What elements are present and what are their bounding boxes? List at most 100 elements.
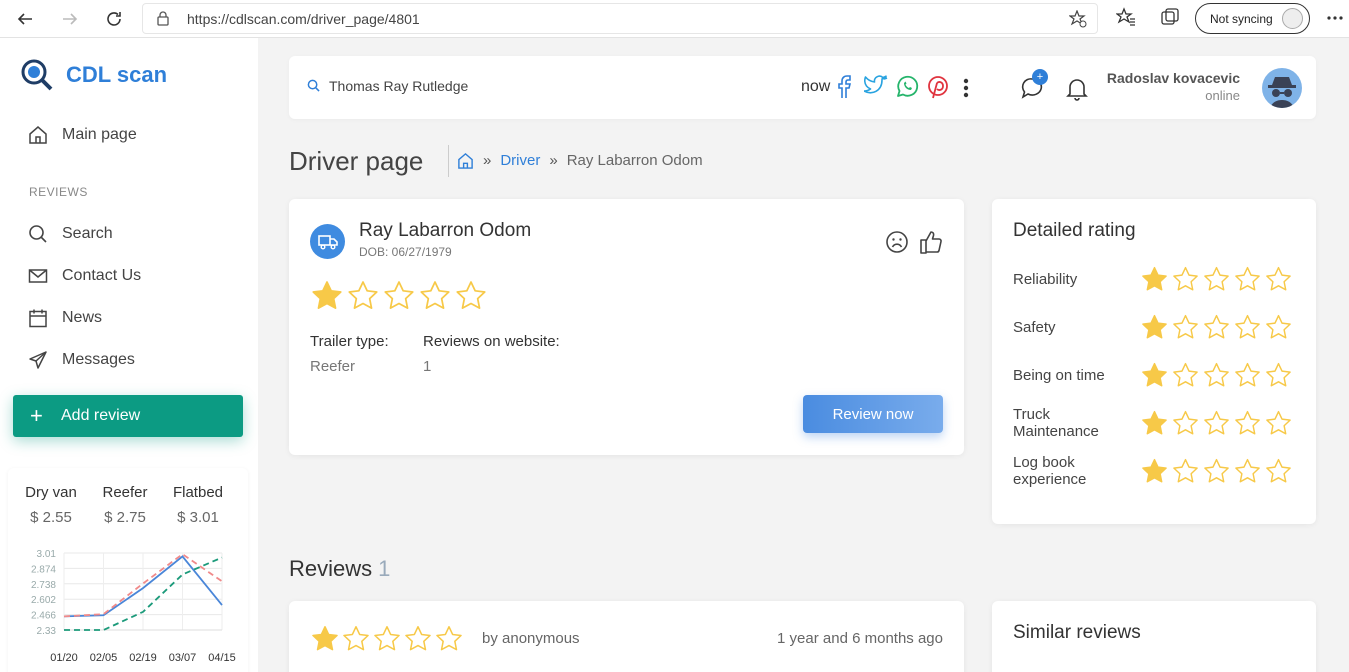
thumbs-up-icon[interactable] <box>919 229 943 255</box>
truck-icon <box>317 234 338 249</box>
rate-trend-chart: 3.01 2.874 2.738 2.602 2.466 2.33 01/20 02/05 02… <box>31 549 236 664</box>
section-label-reviews: REVIEWS <box>29 185 88 199</box>
star-filled-icon <box>312 281 342 309</box>
calendar-icon <box>29 309 47 328</box>
x-tick-label: 04/15 <box>208 652 236 664</box>
user-avatar[interactable] <box>1262 68 1302 108</box>
refresh-button[interactable] <box>100 5 128 33</box>
bell-icon[interactable] <box>1066 77 1088 101</box>
star-filled-icon <box>1142 314 1167 339</box>
sidebar-item-main-page[interactable]: Main page <box>28 125 137 145</box>
x-tick-label: 02/05 <box>90 652 118 664</box>
rate-name: Dry van <box>25 484 77 501</box>
favorites-icon[interactable] <box>1116 7 1136 27</box>
back-arrow-icon <box>17 13 32 25</box>
refresh-icon <box>107 12 121 26</box>
reviews-on-website-label: Reviews on website: <box>423 333 560 350</box>
forward-arrow-icon <box>63 13 78 25</box>
pinterest-icon[interactable] <box>926 75 950 99</box>
star-empty-icon <box>1173 458 1198 483</box>
add-review-label: Add review <box>61 407 141 424</box>
breadcrumb-driver-link[interactable]: Driver <box>500 152 540 169</box>
star-empty-icon <box>1173 266 1198 291</box>
facebook-icon[interactable] <box>836 75 852 99</box>
star-empty-icon <box>1235 458 1260 483</box>
sidebar-item-news[interactable]: News <box>28 308 102 328</box>
page-title: Driver page <box>289 146 424 176</box>
freight-rates-card: Dry van $ 2.55 Reefer $ 2.75 Flatbed $ 3… <box>8 468 248 672</box>
back-button[interactable] <box>11 5 39 33</box>
address-bar[interactable]: https://cdlscan.com/driver_page/4801 <box>142 3 1098 34</box>
lock-icon <box>157 11 169 26</box>
share-label: now <box>801 78 831 95</box>
star-filled-icon <box>312 625 338 651</box>
logo-icon <box>21 59 53 91</box>
home-icon <box>29 126 47 144</box>
search-input[interactable] <box>329 74 629 98</box>
similar-reviews-card: Similar reviews <box>992 601 1316 672</box>
star-empty-icon <box>1173 362 1198 387</box>
star-filled-icon <box>1142 362 1167 387</box>
rating-stars-truck-maintenance <box>1141 410 1296 437</box>
star-empty-icon <box>1173 314 1198 339</box>
add-review-button[interactable]: + Add review <box>13 395 243 437</box>
rate-name: Flatbed <box>172 484 224 501</box>
top-header: now + Radoslav kovacevic online <box>289 56 1316 119</box>
send-icon <box>29 351 47 369</box>
user-name[interactable]: Radoslav kovacevic <box>1107 70 1240 86</box>
star-empty-icon <box>1204 314 1229 339</box>
chevron-right-icon: » <box>483 152 492 169</box>
star-empty-icon <box>1266 458 1291 483</box>
breadcrumb: » Driver » Ray Labarron Odom <box>457 152 703 169</box>
sidebar-item-messages[interactable]: Messages <box>28 350 135 370</box>
rate-price: $ 2.55 <box>30 509 72 526</box>
reviews-on-website-value: 1 <box>423 358 432 375</box>
rating-stars-safety <box>1141 314 1296 341</box>
star-empty-icon <box>436 625 462 651</box>
star-empty-icon <box>374 625 400 651</box>
reviews-heading: Reviews 1 <box>289 556 390 582</box>
twitter-icon[interactable] <box>864 75 888 97</box>
collections-icon[interactable] <box>1160 7 1180 27</box>
logo[interactable]: CDL scan <box>20 58 167 92</box>
star-empty-icon <box>1204 458 1229 483</box>
mail-icon <box>28 269 48 283</box>
whatsapp-icon[interactable] <box>895 75 919 99</box>
star-empty-icon <box>1266 266 1291 291</box>
search-icon <box>307 79 320 92</box>
star-filled-icon <box>1142 458 1167 483</box>
incognito-avatar-icon <box>1268 77 1296 108</box>
sync-label: Not syncing <box>1210 11 1273 26</box>
star-empty-icon <box>420 281 450 309</box>
brand-name: CDL scan <box>66 62 168 87</box>
reviews-count: 1 <box>378 556 391 581</box>
rate-flatbed: Flatbed $ 3.01 <box>168 484 228 526</box>
plus-icon: + <box>30 403 43 428</box>
trailer-type-label: Trailer type: <box>310 333 389 350</box>
forward-button[interactable] <box>56 5 84 33</box>
more-options-icon[interactable] <box>963 78 969 98</box>
sad-face-icon[interactable] <box>885 230 909 254</box>
url-text: https://cdlscan.com/driver_page/4801 <box>187 11 420 27</box>
search-icon <box>29 225 47 243</box>
rating-label-truck-maintenance: Truck Maintenance <box>1013 406 1099 440</box>
rate-dry-van: Dry van $ 2.55 <box>23 484 79 526</box>
star-empty-icon <box>405 625 431 651</box>
reviews-title: Reviews <box>289 556 373 581</box>
more-menu-icon[interactable] <box>1327 16 1343 20</box>
sidebar-item-label: News <box>62 309 103 326</box>
sync-button[interactable]: Not syncing <box>1195 3 1310 34</box>
truck-avatar <box>310 224 345 259</box>
rate-price: $ 2.75 <box>104 509 146 526</box>
sidebar-item-search[interactable]: Search <box>28 224 113 244</box>
divider <box>448 145 449 177</box>
sidebar-item-contact-us[interactable]: Contact Us <box>28 266 141 286</box>
driver-star-rating <box>311 280 491 312</box>
home-icon[interactable] <box>457 152 474 169</box>
review-now-button[interactable]: Review now <box>803 395 943 433</box>
star-empty-icon <box>1235 362 1260 387</box>
rating-stars-log-book-experience <box>1141 458 1296 485</box>
chevron-right-icon: » <box>549 152 558 169</box>
browser-toolbar: https://cdlscan.com/driver_page/4801 Not… <box>0 0 1349 38</box>
driver-name: Ray Labarron Odom <box>359 220 532 241</box>
